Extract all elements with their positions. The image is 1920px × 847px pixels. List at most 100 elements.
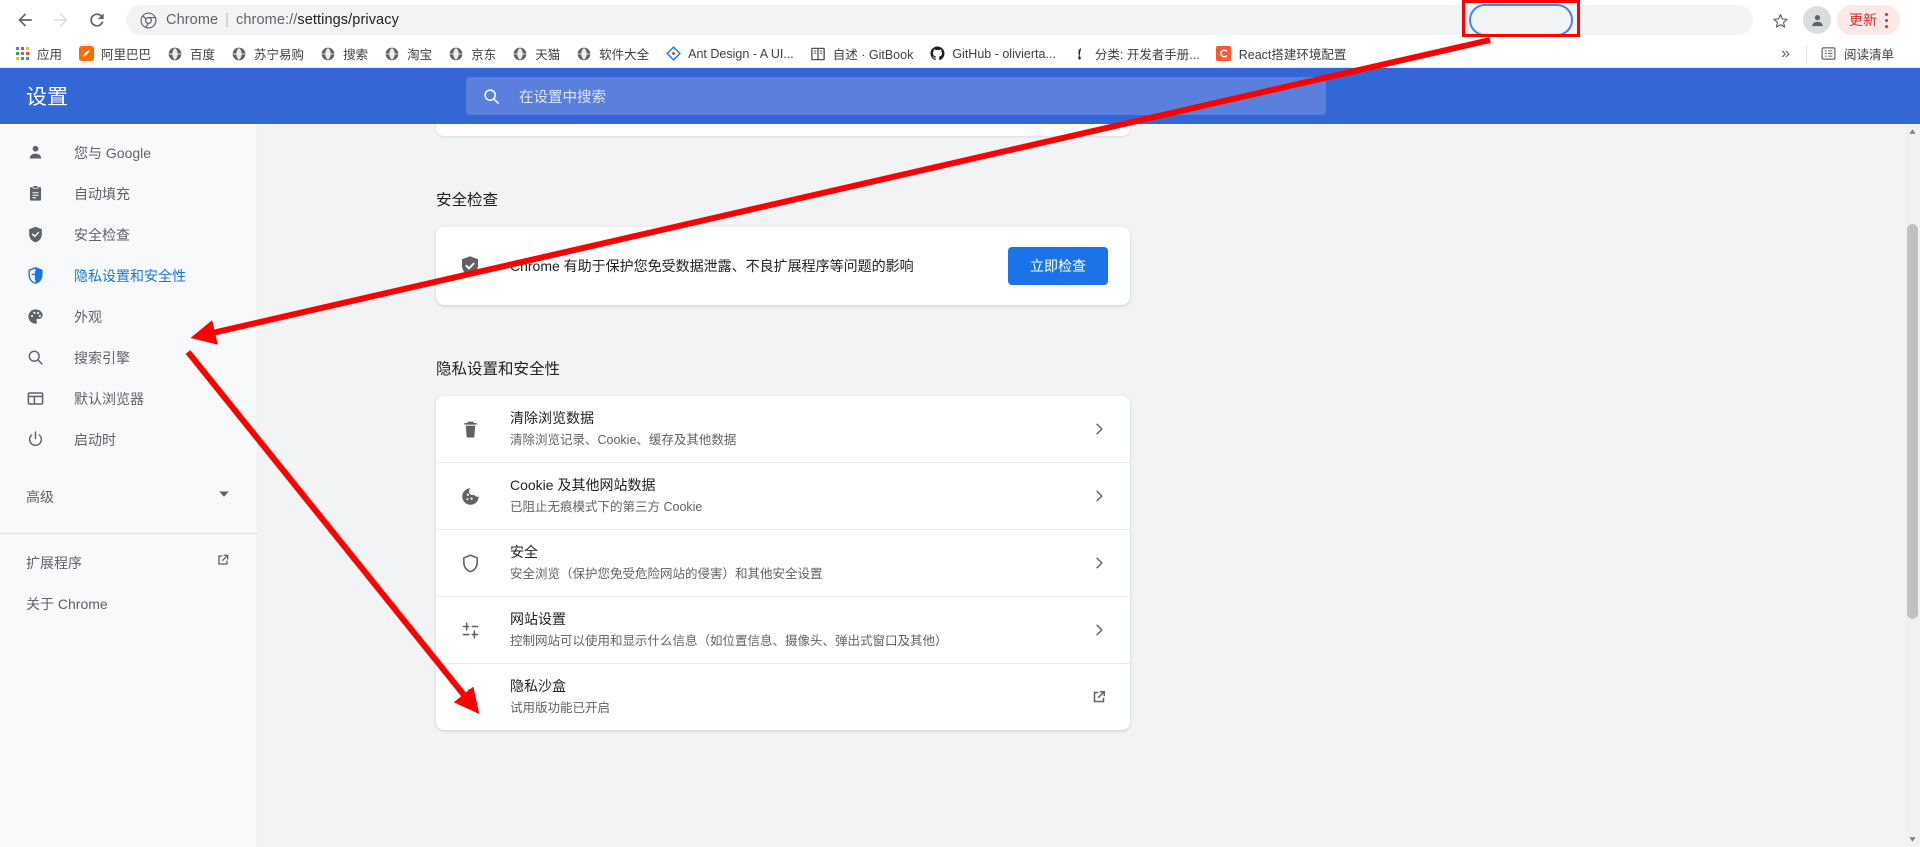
reload-icon [90, 13, 104, 27]
bookmark-gitbook[interactable]: 自述 · GitBook [802, 42, 922, 66]
globe-icon [320, 46, 336, 62]
address-bar[interactable]: Chrome | chrome://settings/privacy [126, 5, 1753, 35]
bookmark-devdocs[interactable]: 分类: 开发者手册... [1064, 42, 1208, 66]
bookmark-search[interactable]: 搜索 [312, 42, 376, 66]
chevron-right-icon[interactable] [1090, 487, 1108, 505]
row-subtitle: 清除浏览记录、Cookie、缓存及其他数据 [510, 433, 737, 447]
browser-toolbar: Chrome | chrome://settings/privacy 更新 [0, 0, 1920, 40]
sidebar-item-search-engine[interactable]: 搜索引擎 [0, 337, 257, 378]
reading-list-button[interactable]: 阅读清单 [1813, 42, 1902, 66]
bookmark-suning[interactable]: 苏宁易购 [223, 42, 312, 66]
chevron-down-icon [217, 487, 231, 506]
scroll-down-arrow[interactable] [1905, 832, 1920, 847]
chrome-menu-icon[interactable] [1885, 12, 1894, 28]
row-title: 清除浏览数据 [510, 410, 594, 426]
profile-avatar[interactable] [1803, 6, 1831, 34]
open-in-new-icon [215, 552, 231, 573]
scrollbar-thumb[interactable] [1907, 224, 1918, 619]
flask-icon [458, 687, 482, 708]
sidebar-item-privacy[interactable]: 隐私设置和安全性 [0, 255, 257, 296]
sidebar-link-about-chrome[interactable]: 关于 Chrome [0, 583, 257, 624]
sidebar-item-label: 启动时 [74, 431, 116, 448]
bookmark-apps[interactable]: 应用 [6, 42, 70, 66]
bookmarks-overflow-button[interactable]: » [1771, 45, 1800, 63]
page-scrollbar[interactable] [1905, 124, 1920, 847]
sidebar-item-you-and-google[interactable]: 您与 Google [0, 132, 257, 173]
page-title: 设置 [26, 86, 68, 109]
palette-icon [26, 307, 48, 326]
bookmark-label: 搜索 [343, 48, 369, 62]
row-site-settings[interactable]: 网站设置 控制网站可以使用和显示什么信息（如位置信息、摄像头、弹出式窗口及其他） [436, 597, 1130, 664]
bookmark-label: 自述 · GitBook [832, 48, 914, 62]
csdn-icon [1216, 46, 1232, 62]
scroll-up-arrow[interactable] [1905, 124, 1920, 139]
globe-icon [384, 46, 400, 62]
check-now-button[interactable]: 立即检查 [1008, 247, 1108, 285]
row-text: 网站设置 控制网站可以使用和显示什么信息（如位置信息、摄像头、弹出式窗口及其他） [510, 609, 1078, 651]
privacy-settings-card: 清除浏览数据 清除浏览记录、Cookie、缓存及其他数据 Cookie 及其他网… [436, 396, 1130, 730]
row-text: 安全 安全浏览（保护您免受危险网站的侵害）和其他安全设置 [510, 542, 1078, 584]
sidebar-item-label: 自动填充 [74, 185, 130, 202]
sidebar-link-label: 关于 Chrome [26, 595, 108, 612]
sidebar-item-autofill[interactable]: 自动填充 [0, 173, 257, 214]
bookmark-alibaba[interactable]: 阿里巴巴 [70, 42, 159, 66]
partial-card-above [436, 124, 1130, 136]
globe-icon [512, 46, 528, 62]
sidebar-advanced-toggle[interactable]: 高级 [0, 476, 257, 517]
bookmark-antdesign[interactable]: Ant Design - A UI... [657, 42, 802, 66]
row-privacy-sandbox[interactable]: 隐私沙盒 试用版功能已开启 [436, 664, 1130, 730]
open-in-new-icon[interactable] [1090, 688, 1108, 706]
bookmark-label: 阿里巴巴 [101, 48, 152, 62]
url-text: Chrome | chrome://settings/privacy [166, 12, 399, 28]
bookmark-star-button[interactable] [1764, 4, 1796, 36]
row-clear-browsing-data[interactable]: 清除浏览数据 清除浏览记录、Cookie、缓存及其他数据 [436, 396, 1130, 463]
reading-list-label: 阅读清单 [1843, 48, 1894, 62]
chevron-right-icon[interactable] [1090, 420, 1108, 438]
update-button[interactable]: 更新 [1837, 5, 1900, 35]
shield-outline-icon [458, 553, 482, 574]
bookmark-label: Ant Design - A UI... [688, 46, 794, 61]
row-security[interactable]: 安全 安全浏览（保护您免受危险网站的侵害）和其他安全设置 [436, 530, 1130, 597]
settings-search-input[interactable]: 在设置中搜索 [466, 77, 1326, 115]
person-icon [26, 143, 48, 162]
sliders-icon [458, 620, 482, 641]
settings-page: 设置 在设置中搜索 您与 Google 自动填充 安全检查 隐私设置和安全性 外… [0, 68, 1920, 847]
bookmark-software[interactable]: 软件大全 [568, 42, 657, 66]
search-icon [26, 348, 48, 367]
sidebar-advanced-label: 高级 [26, 488, 54, 505]
omnibox-separator: | [225, 12, 230, 28]
star-icon [1772, 13, 1788, 28]
reading-list-icon [1821, 46, 1837, 62]
sidebar-divider [0, 533, 257, 534]
chevron-right-icon[interactable] [1090, 621, 1108, 639]
row-title: Cookie 及其他网站数据 [510, 477, 656, 493]
url-scheme: chrome:// [236, 12, 298, 28]
bookmark-jd[interactable]: 京东 [440, 42, 504, 66]
sidebar-link-label: 扩展程序 [26, 554, 82, 571]
sidebar-item-on-startup[interactable]: 启动时 [0, 419, 257, 460]
shield-check-icon [458, 254, 482, 278]
bookmark-label: React搭建环境配置 [1238, 48, 1347, 62]
bookmark-tmall[interactable]: 天猫 [504, 42, 568, 66]
clipboard-icon [26, 184, 48, 203]
sidebar-item-appearance[interactable]: 外观 [0, 296, 257, 337]
omnibox-site-label: Chrome [166, 12, 219, 28]
reload-button[interactable] [80, 3, 114, 37]
row-subtitle: 控制网站可以使用和显示什么信息（如位置信息、摄像头、弹出式窗口及其他） [510, 634, 948, 648]
row-title: 隐私沙盒 [510, 678, 566, 694]
toolbar-actions: 更新 [1761, 4, 1912, 36]
back-button[interactable] [8, 3, 42, 37]
bookmark-taobao[interactable]: 淘宝 [376, 42, 440, 66]
bookmark-baidu[interactable]: 百度 [159, 42, 223, 66]
bookmark-react-config[interactable]: React搭建环境配置 [1208, 42, 1355, 66]
globe-icon [448, 46, 464, 62]
sidebar-item-default-browser[interactable]: 默认浏览器 [0, 378, 257, 419]
sidebar-link-extensions[interactable]: 扩展程序 [0, 542, 257, 583]
row-cookies[interactable]: Cookie 及其他网站数据 已阻止无痕模式下的第三方 Cookie [436, 463, 1130, 530]
sidebar-item-label: 搜索引擎 [74, 349, 130, 366]
chevron-right-icon[interactable] [1090, 554, 1108, 572]
bookmark-github[interactable]: GitHub - olivierta... [921, 42, 1064, 66]
sidebar-item-safety-check[interactable]: 安全检查 [0, 214, 257, 255]
forward-button[interactable] [44, 3, 78, 37]
sidebar-item-label: 默认浏览器 [74, 390, 144, 407]
